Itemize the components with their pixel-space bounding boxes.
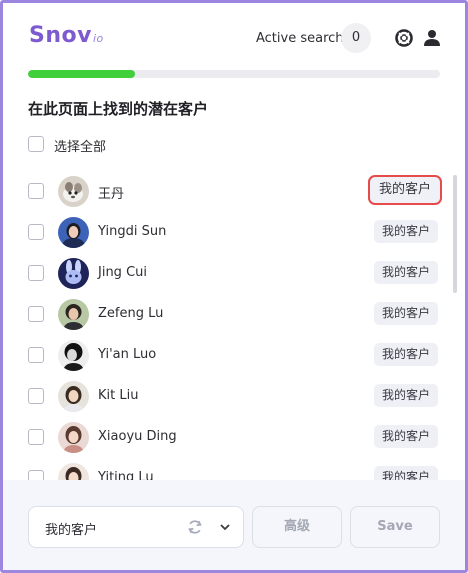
footer: 我的客户 高级 Save — [3, 480, 465, 570]
prospect-row: Yiting Lu 我的客户 — [3, 458, 453, 480]
user-icon[interactable] — [422, 28, 442, 48]
progress-bar — [28, 70, 440, 78]
avatar[interactable] — [58, 422, 89, 453]
list-select[interactable]: 我的客户 — [28, 506, 244, 548]
prospect-row: Zefeng Lu 我的客户 — [3, 294, 453, 335]
list-tag[interactable]: 我的客户 — [373, 425, 438, 448]
avatar[interactable] — [58, 176, 89, 207]
prospect-name[interactable]: 王丹 — [98, 183, 124, 202]
extension-window: Snovio Active search 0 在此页面上找到的潜在客户 选择全部… — [0, 0, 468, 573]
list-tag[interactable]: 我的客户 — [367, 175, 442, 205]
list-tag[interactable]: 我的客户 — [373, 220, 438, 243]
select-all-label: 选择全部 — [54, 140, 107, 155]
prospect-checkbox[interactable] — [28, 347, 44, 363]
prospect-checkbox[interactable] — [28, 429, 44, 445]
prospect-row: Kit Liu 我的客户 — [3, 376, 453, 417]
list-tag[interactable]: 我的客户 — [373, 343, 438, 366]
list-scrollbar[interactable] — [453, 175, 457, 293]
prospect-row: Yi'an Luo 我的客户 — [3, 335, 453, 376]
prospect-name[interactable]: Yingdi Sun — [98, 224, 166, 239]
avatar[interactable] — [58, 217, 89, 248]
avatar[interactable] — [58, 381, 89, 412]
list-select-value: 我的客户 — [45, 523, 98, 538]
list-tag[interactable]: 我的客户 — [373, 261, 438, 284]
list-tag[interactable]: 我的客户 — [373, 302, 438, 325]
prospect-name[interactable]: Zefeng Lu — [98, 306, 163, 321]
prospect-checkbox[interactable] — [28, 265, 44, 281]
progress-fill — [28, 70, 136, 78]
avatar[interactable] — [58, 299, 89, 330]
active-search-label: Active search — [256, 31, 344, 46]
prospect-row: Yingdi Sun 我的客户 — [3, 212, 453, 253]
list-tag[interactable]: 我的客户 — [373, 466, 438, 480]
prospect-name[interactable]: Yi'an Luo — [98, 347, 156, 362]
prospect-row: Xiaoyu Ding 我的客户 — [3, 417, 453, 458]
avatar[interactable] — [58, 340, 89, 371]
prospect-checkbox[interactable] — [28, 388, 44, 404]
prospect-name[interactable]: Kit Liu — [98, 388, 138, 403]
prospect-name[interactable]: Jing Cui — [98, 265, 147, 280]
avatar[interactable] — [58, 258, 89, 289]
chevron-down-icon[interactable] — [218, 520, 232, 534]
prospect-name[interactable]: Xiaoyu Ding — [98, 429, 177, 444]
page-title: 在此页面上找到的潜在客户 — [28, 100, 209, 118]
prospect-list: 王丹 我的客户 Yingdi Sun 我的客户 Jing Cui 我的客户 Ze… — [3, 166, 453, 480]
snovio-logo[interactable]: Snovio — [29, 23, 104, 48]
save-button[interactable]: Save — [350, 506, 440, 548]
list-tag[interactable]: 我的客户 — [373, 384, 438, 407]
prospect-name[interactable]: Yiting Lu — [98, 470, 154, 480]
refresh-icon[interactable] — [186, 518, 204, 536]
prospect-checkbox[interactable] — [28, 224, 44, 240]
prospect-checkbox[interactable] — [28, 306, 44, 322]
prospect-checkbox[interactable] — [28, 183, 44, 199]
active-search-count: 0 — [341, 23, 371, 53]
header: Snovio Active search 0 — [3, 3, 465, 63]
prospect-row: Jing Cui 我的客户 — [3, 253, 453, 294]
help-icon[interactable] — [394, 28, 414, 48]
advanced-button[interactable]: 高级 — [252, 506, 342, 548]
avatar[interactable] — [58, 463, 89, 480]
prospect-row: 王丹 我的客户 — [3, 171, 453, 212]
logo-suffix: io — [92, 32, 104, 45]
select-all-checkbox[interactable] — [28, 136, 44, 152]
prospect-checkbox[interactable] — [28, 470, 44, 480]
logo-text: Snov — [29, 23, 92, 48]
